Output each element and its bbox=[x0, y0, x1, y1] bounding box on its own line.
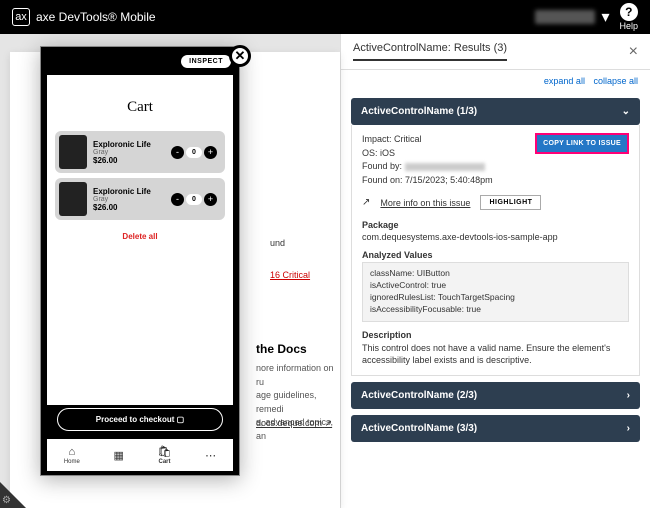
copy-link-button[interactable]: COPY LINK TO ISSUE bbox=[535, 133, 629, 154]
qty-minus-button[interactable]: - bbox=[171, 146, 184, 159]
help-button[interactable]: ? Help bbox=[619, 3, 638, 31]
device-preview: INSPECT ✕ Cart Exploronic Life Gray $26.… bbox=[40, 46, 240, 476]
total-label: Total (2 items): bbox=[57, 390, 116, 402]
close-panel-button[interactable]: × bbox=[629, 43, 638, 61]
highlight-button[interactable]: HIGHLIGHT bbox=[480, 195, 541, 210]
chevron-right-icon: › bbox=[627, 390, 630, 401]
bag-icon: 🛍 bbox=[158, 445, 172, 458]
qty-plus-button[interactable]: + bbox=[204, 193, 217, 206]
issue-body-1: Impact: Critical OS: iOS Found by: Found… bbox=[351, 125, 640, 376]
docs-heading: the Docs bbox=[256, 342, 307, 356]
issue-header-2[interactable]: ActiveControlName (2/3)› bbox=[351, 382, 640, 409]
home-icon: ⌂ bbox=[68, 446, 75, 458]
product-name: axe DevTools® Mobile bbox=[36, 10, 156, 24]
cart-footer: Total (2 items): $52.00 Proceed to check… bbox=[47, 384, 233, 437]
qty-value: 0 bbox=[186, 194, 202, 205]
product-thumb bbox=[59, 135, 87, 169]
qty-plus-button[interactable]: + bbox=[204, 146, 217, 159]
analyzed-values: className: UIButton isActiveControl: tru… bbox=[362, 262, 629, 322]
chevron-down-icon: ▾ bbox=[601, 7, 609, 27]
tab-home[interactable]: ⌂Home bbox=[64, 446, 80, 465]
critical-count-link[interactable]: 16 Critical bbox=[270, 270, 310, 280]
app-screen: Cart Exploronic Life Gray $26.00 - 0 + bbox=[47, 75, 233, 405]
chevron-down-icon: ⌄ bbox=[622, 106, 630, 117]
user-menu[interactable]: ▾ bbox=[535, 7, 609, 27]
collapse-all-link[interactable]: collapse all bbox=[593, 76, 638, 86]
product-thumb bbox=[59, 182, 87, 216]
tab-more[interactable]: ⋯ bbox=[205, 449, 216, 462]
chevron-right-icon: › bbox=[627, 423, 630, 434]
cart-icon: ▢ bbox=[177, 415, 185, 424]
delete-all-button[interactable]: Delete all bbox=[47, 232, 233, 241]
qty-value: 0 bbox=[186, 147, 202, 158]
gear-icon[interactable]: ⚙ bbox=[2, 495, 11, 506]
left-pane: e-app und 16 Critical the Docs nore info… bbox=[0, 34, 340, 508]
cart-item: Exploronic Life Gray $26.00 - 0 + bbox=[55, 131, 225, 173]
issue-header-1[interactable]: ActiveControlName (1/3)⌄ bbox=[351, 98, 640, 125]
grid-icon: ▦ bbox=[113, 449, 123, 462]
tab-grid[interactable]: ▦ bbox=[113, 449, 123, 462]
close-preview-button[interactable]: ✕ bbox=[229, 45, 251, 67]
issue-header-3[interactable]: ActiveControlName (3/3)› bbox=[351, 415, 640, 442]
more-icon: ⋯ bbox=[205, 449, 216, 462]
expand-all-link[interactable]: expand all bbox=[544, 76, 585, 86]
cart-title: Cart bbox=[47, 75, 233, 126]
external-link-icon: ↗ bbox=[325, 418, 333, 428]
docs-link[interactable]: docs.deque.com ↗ bbox=[256, 418, 332, 429]
tab-bar: ⌂Home ▦ 🛍Cart ⋯ bbox=[47, 439, 233, 471]
external-link-icon: ↗ bbox=[362, 197, 370, 208]
help-icon: ? bbox=[620, 3, 638, 21]
topbar: ax axe DevTools® Mobile ▾ ? Help bbox=[0, 0, 650, 34]
axe-logo-icon: ax bbox=[12, 8, 30, 26]
tab-cart[interactable]: 🛍Cart bbox=[158, 445, 172, 465]
panel-title: ActiveControlName: Results (3) bbox=[353, 42, 507, 61]
checkout-button[interactable]: Proceed to checkout ▢ bbox=[57, 408, 223, 431]
user-name-redacted bbox=[535, 10, 595, 24]
more-info-link[interactable]: More info on this issue bbox=[380, 198, 470, 208]
total-value: $52.00 bbox=[189, 390, 223, 402]
issue-counts: und 16 Critical bbox=[270, 238, 310, 280]
results-panel: ActiveControlName: Results (3) × expand … bbox=[340, 34, 650, 508]
product-logo: ax axe DevTools® Mobile bbox=[12, 8, 156, 26]
cart-item: Exploronic Life Gray $26.00 - 0 + bbox=[55, 178, 225, 220]
inspect-button[interactable]: INSPECT bbox=[181, 55, 231, 68]
found-by-redacted bbox=[405, 163, 485, 171]
qty-minus-button[interactable]: - bbox=[171, 193, 184, 206]
docs-text: nore information on ru age guidelines, r… bbox=[256, 362, 340, 443]
